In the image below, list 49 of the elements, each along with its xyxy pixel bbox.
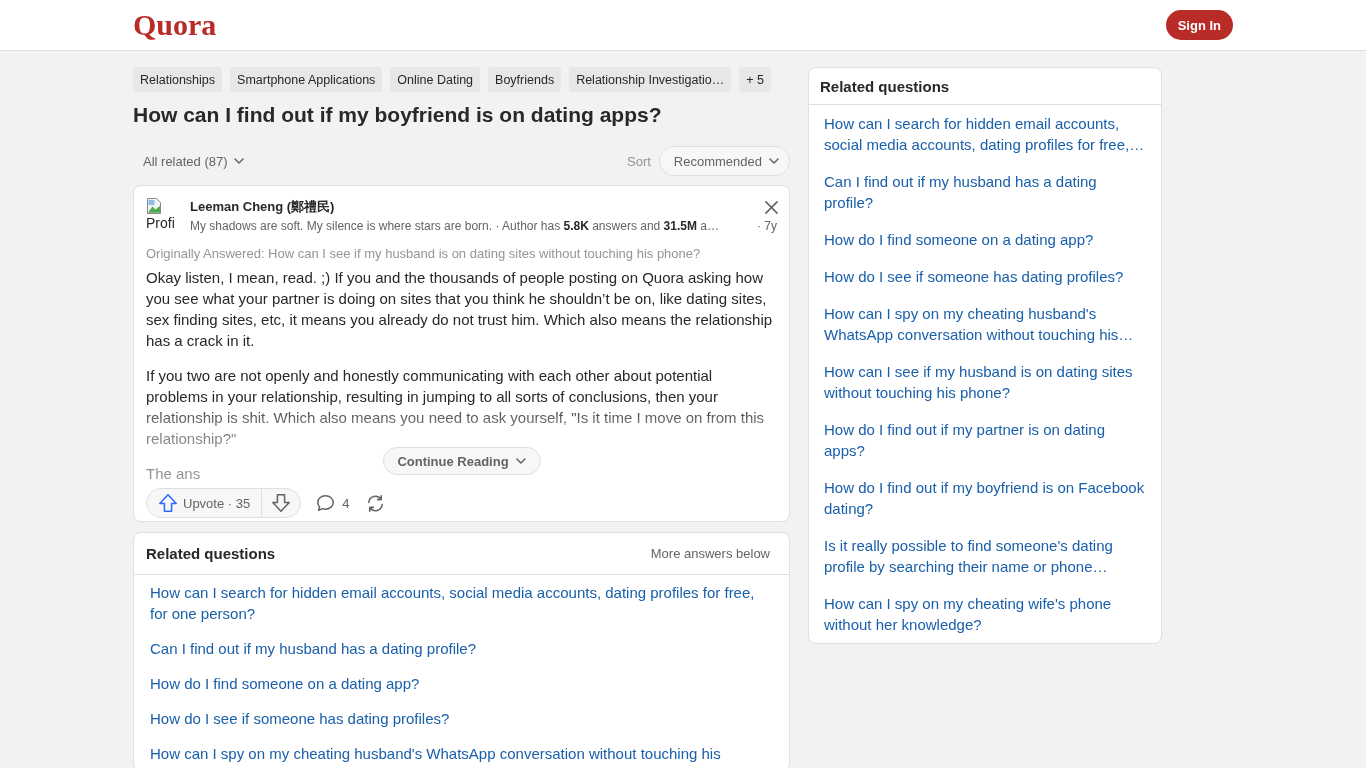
cycle-arrows-icon [367, 494, 385, 512]
topic-chip[interactable]: Smartphone Applications [230, 67, 383, 92]
upvote-button[interactable]: Upvote · 35 [147, 489, 262, 517]
related-question-link[interactable]: How do I see if someone has dating profiles? [824, 266, 1147, 287]
related-question-link[interactable]: Is it really possible to find someone's dating profile by searching their name or phone… [824, 535, 1147, 577]
broken-image-icon [146, 198, 162, 214]
close-icon [764, 200, 778, 214]
related-question-link[interactable]: Can I find out if my husband has a dating profile? [150, 638, 773, 659]
section-note: More answers below [650, 546, 770, 561]
related-question-link[interactable]: How do I find out if my boyfriend is on Facebook dating? [824, 477, 1147, 519]
sort-dropdown[interactable]: Recommended [658, 146, 790, 176]
site-logo[interactable]: Quora [133, 8, 217, 42]
topic-chip[interactable]: Online Dating [390, 67, 481, 92]
comments-button[interactable]: 4 [317, 488, 350, 518]
chevron-down-icon [233, 158, 244, 164]
related-question-link[interactable]: How do I see if someone has dating profiles? [150, 708, 773, 729]
section-title: Related questions [820, 77, 950, 95]
avatar-alt-text: Profi [146, 215, 175, 232]
related-question-link[interactable]: How can I spy on my cheating husband's WhatsApp conversation without touching his [150, 743, 773, 764]
related-question-link[interactable]: How can I search for hidden email accounts, social media accounts, dating profiles for free,… [824, 113, 1147, 155]
related-question-link[interactable]: How can I spy on my cheating husband's WhatsApp conversation without touching his… [824, 303, 1147, 345]
related-question-link[interactable]: How do I find someone on a dating app? [150, 673, 773, 694]
original-question-note: Originally Answered: How can I see if my husband is on dating sites without touching his phone? [146, 245, 702, 263]
related-question-link[interactable]: How do I find out if my partner is on dating apps? [824, 419, 1147, 461]
chevron-down-icon [515, 458, 526, 464]
chevron-down-icon [769, 158, 779, 164]
related-question-link[interactable]: How do I find someone on a dating app? [824, 229, 1147, 250]
answer-paragraph: If you two are not openly and honestly communicating with each other about potential problems in your relationship, resulting in jumping to all sorts of conclusions, then your relationship is shit. Which also means you need to ask yourself, "Is it time I move on from this relationship?" [146, 366, 766, 449]
section-title: Related questions [146, 545, 276, 562]
sort-label: Sort [627, 153, 651, 169]
topic-chip[interactable]: Relationship Investigatio… [569, 67, 732, 92]
up-arrow-icon [159, 494, 177, 512]
down-arrow-icon [272, 494, 291, 512]
speech-bubble-icon [317, 495, 335, 511]
sign-in-button[interactable]: Sign In [1165, 10, 1233, 40]
continue-reading-button[interactable]: Continue Reading [382, 447, 541, 475]
related-question-link[interactable]: How can I search for hidden email accounts, social media accounts, dating profiles for free, for one person? [150, 582, 773, 624]
author-name[interactable]: Leeman Cheng (鄭禮民) [190, 198, 335, 216]
topic-chip[interactable]: Boyfriends [488, 67, 562, 92]
answer-paragraph: Okay listen, I mean, read. ;) If you and the thousands of people posting on Quora asking how you see what your partner is doing on sites that you think he shouldn’t be on, like dating sites, sex finding sites, etc, it means you already do not trust him. Which also means the relationship has a crack in it. [146, 268, 774, 351]
topic-chip[interactable]: Relationships [133, 67, 223, 92]
answer-age: · 7y [757, 218, 777, 235]
related-question-link[interactable]: Can I find out if my husband has a dating profile? [824, 171, 1147, 213]
question-title: How can I find out if my boyfriend is on dating apps? [133, 102, 663, 128]
related-question-link[interactable]: How can I spy on my cheating wife's phone without her knowledge? [824, 593, 1147, 635]
author-credential: My shadows are soft. My silence is where stars are born. · Author has 5.8K answers and 31.5M a… [190, 218, 719, 235]
related-question-link[interactable]: How can I see if my husband is on dating sites without touching his phone? [824, 361, 1147, 403]
filter-button[interactable]: All related (87) [133, 149, 254, 173]
more-topics-chip[interactable]: + 5 [739, 67, 771, 92]
